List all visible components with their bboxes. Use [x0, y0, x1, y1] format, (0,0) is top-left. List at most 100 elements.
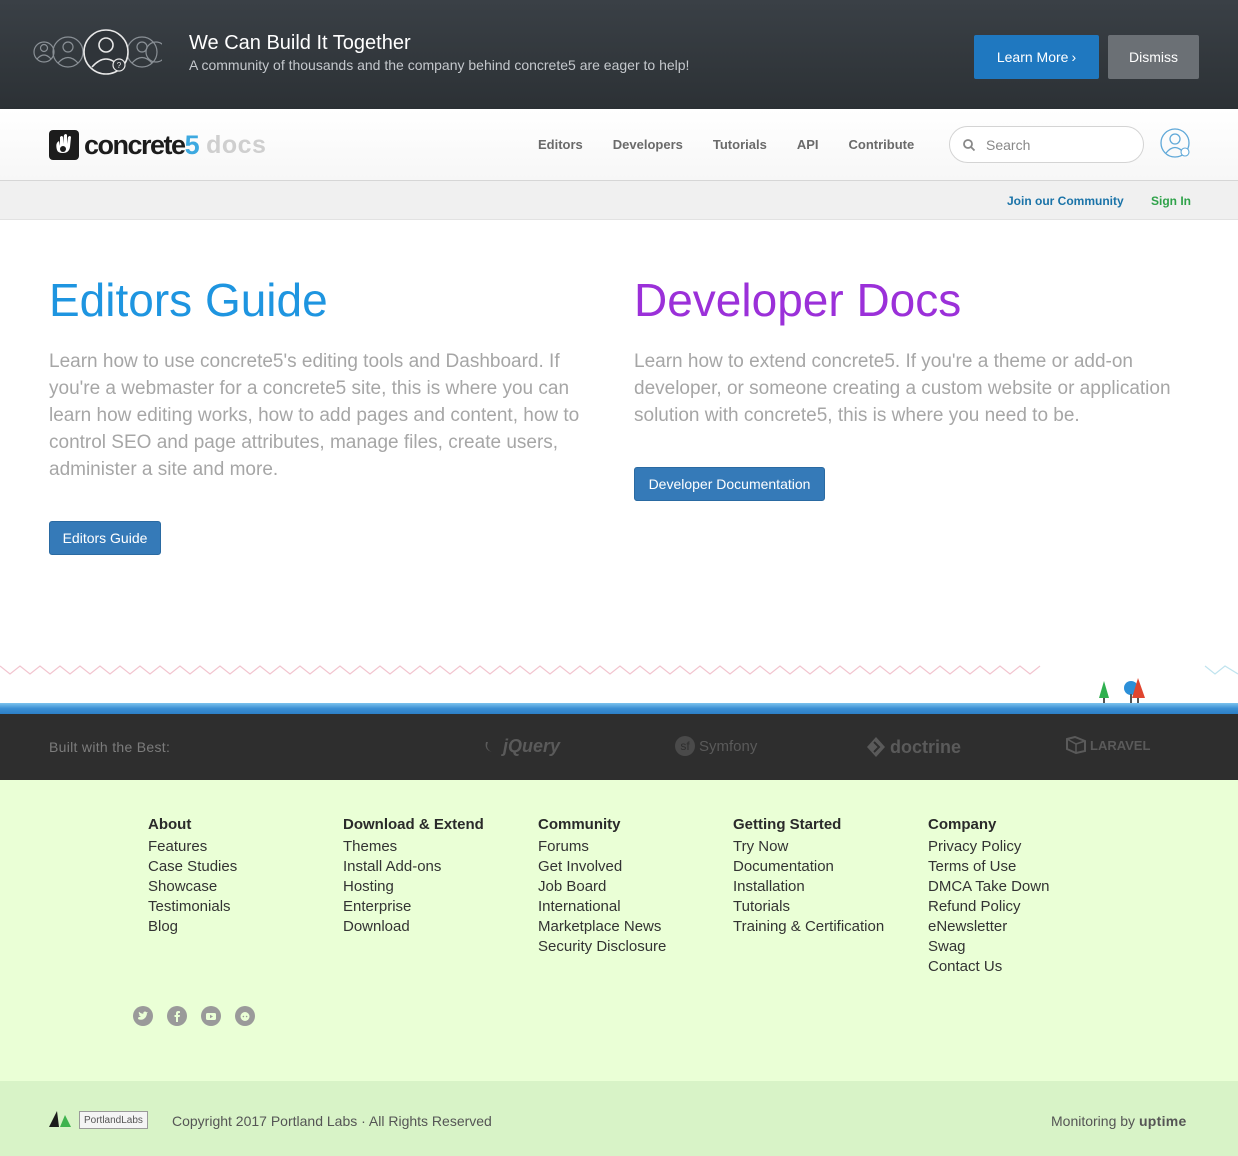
editors-guide-title: Editors Guide — [49, 274, 328, 326]
community-banner: ? We Can Build It Together A community o… — [0, 0, 1238, 109]
footer-heading: Download & Extend — [343, 816, 484, 833]
svg-text:?: ? — [117, 61, 122, 70]
trees-icon — [1099, 678, 1145, 704]
editors-guide-button[interactable]: Editors Guide — [49, 521, 161, 555]
footer-link[interactable]: DMCA Take Down — [928, 877, 1049, 897]
footer-link[interactable]: Tutorials — [733, 897, 884, 917]
footer-link[interactable]: Terms of Use — [928, 857, 1049, 877]
symfony-logo[interactable]: sf Symfony — [675, 736, 757, 756]
jquery-text: jQuery — [503, 736, 561, 756]
developer-docs-description: Learn how to extend concrete5. If you're… — [634, 351, 1171, 426]
footer-link[interactable]: Try Now — [733, 837, 884, 857]
portlandlabs-badge[interactable]: PortlandLabs — [79, 1111, 148, 1129]
footer-column-about: About Features Case Studies Showcase Tes… — [148, 816, 237, 937]
footer-heading: Getting Started — [733, 816, 842, 833]
search-box[interactable] — [949, 126, 1144, 163]
community-subbar: Join our Community Sign In — [0, 181, 1238, 220]
footer-link[interactable]: Blog — [148, 917, 237, 937]
monitoring-text: Monitoring by — [1051, 1113, 1136, 1129]
nav-developers[interactable]: Developers — [613, 137, 683, 152]
doctrine-text: doctrine — [890, 736, 962, 757]
built-with-bar: Built with the Best: jQuery sf Symfony d… — [0, 714, 1238, 780]
footer-link[interactable]: Forums — [538, 837, 666, 857]
editors-guide-description: Learn how to use concrete5's editing too… — [49, 351, 580, 480]
jquery-logo[interactable]: jQuery — [483, 736, 560, 757]
laravel-icon — [1066, 736, 1086, 754]
symfony-text: Symfony — [699, 737, 758, 755]
github-icon[interactable] — [235, 1006, 255, 1026]
built-with-label: Built with the Best: — [49, 739, 171, 755]
youtube-icon[interactable] — [201, 1006, 221, 1026]
nav-contribute[interactable]: Contribute — [849, 137, 915, 152]
laravel-logo[interactable]: LARAVEL — [1066, 736, 1150, 754]
footer-link[interactable]: International — [538, 897, 666, 917]
footer-link[interactable]: eNewsletter — [928, 917, 1049, 937]
footer-link[interactable]: Testimonials — [148, 897, 237, 917]
footer-column-company: Company Privacy Policy Terms of Use DMCA… — [928, 816, 1049, 977]
learn-more-button[interactable]: Learn More › — [974, 35, 1099, 79]
user-account-icon[interactable] — [1159, 127, 1191, 159]
nav-editors[interactable]: Editors — [538, 137, 583, 152]
logo-wordmark: concrete5 — [84, 129, 200, 161]
footer-link[interactable]: Contact Us — [928, 957, 1049, 977]
zigzag-divider — [0, 665, 1238, 675]
footer-heading: Company — [928, 816, 997, 833]
search-input[interactable] — [986, 136, 1126, 153]
nav-tutorials[interactable]: Tutorials — [713, 137, 767, 152]
footer-link[interactable]: Get Involved — [538, 857, 666, 877]
footer-link[interactable]: Case Studies — [148, 857, 237, 877]
logo-main-text: concrete — [84, 129, 186, 160]
footer-link[interactable]: Swag — [928, 937, 1049, 957]
footer-link[interactable]: Security Disclosure — [538, 937, 666, 957]
footer-link[interactable]: Install Add-ons — [343, 857, 484, 877]
portlandlabs-icon — [49, 1111, 71, 1127]
symfony-icon: sf — [675, 736, 695, 756]
footer-heading: About — [148, 816, 192, 833]
footer-link[interactable]: Documentation — [733, 857, 884, 877]
logo-docs-text: docs — [206, 130, 267, 159]
site-header: concrete5 docs Editors Developers Tutori… — [0, 109, 1238, 181]
footer-link[interactable]: Training & Certification — [733, 917, 884, 937]
sign-in-link[interactable]: Sign In — [1151, 194, 1191, 208]
concrete5-docs-logo[interactable]: concrete5 docs — [49, 129, 266, 161]
blue-strip — [0, 703, 1238, 714]
footer-link[interactable]: Features — [148, 837, 237, 857]
developer-documentation-button[interactable]: Developer Documentation — [634, 467, 825, 501]
doctrine-logo[interactable]: doctrine — [866, 736, 961, 758]
footer-column-download: Download & Extend Themes Install Add-ons… — [343, 816, 484, 937]
dismiss-button[interactable]: Dismiss — [1108, 35, 1199, 79]
join-community-link[interactable]: Join our Community — [1007, 194, 1124, 208]
footer-link[interactable]: Refund Policy — [928, 897, 1049, 917]
facebook-icon[interactable] — [167, 1006, 187, 1026]
nav-api[interactable]: API — [797, 137, 819, 152]
banner-subtitle: A community of thousands and the company… — [189, 57, 690, 73]
laravel-text: LARAVEL — [1090, 737, 1151, 753]
footer-link[interactable]: Installation — [733, 877, 884, 897]
footer-link[interactable]: Download — [343, 917, 484, 937]
footer-heading: Community — [538, 816, 621, 833]
main-nav: Editors Developers Tutorials API Contrib… — [538, 137, 944, 152]
footer-column-community: Community Forums Get Involved Job Board … — [538, 816, 666, 957]
footer-link[interactable]: Privacy Policy — [928, 837, 1049, 857]
footer-link[interactable]: Themes — [343, 837, 484, 857]
site-footer: About Features Case Studies Showcase Tes… — [0, 780, 1238, 1081]
bottom-bar: PortlandLabs Copyright 2017 Portland Lab… — [0, 1081, 1238, 1156]
chevron-right-icon: › — [1071, 49, 1077, 65]
logo-five-text: 5 — [184, 129, 200, 160]
learn-more-label: Learn More — [996, 49, 1069, 65]
jquery-icon — [485, 741, 492, 752]
doctrine-icon — [867, 737, 885, 757]
community-avatars-icon: ? — [33, 29, 162, 75]
social-links — [133, 1006, 255, 1026]
footer-link[interactable]: Job Board — [538, 877, 666, 897]
copyright-text: Copyright 2017 Portland Labs · All Right… — [172, 1113, 492, 1129]
twitter-icon[interactable] — [133, 1006, 153, 1026]
footer-link[interactable]: Enterprise — [343, 897, 484, 917]
footer-column-getting-started: Getting Started Try Now Documentation In… — [733, 816, 884, 937]
developer-docs-title: Developer Docs — [634, 274, 962, 326]
footer-link[interactable]: Showcase — [148, 877, 237, 897]
footer-link[interactable]: Marketplace News — [538, 917, 666, 937]
footer-link[interactable]: Hosting — [343, 877, 484, 897]
uptime-logo[interactable]: uptime — [1139, 1113, 1187, 1129]
banner-title: We Can Build It Together — [189, 32, 411, 54]
